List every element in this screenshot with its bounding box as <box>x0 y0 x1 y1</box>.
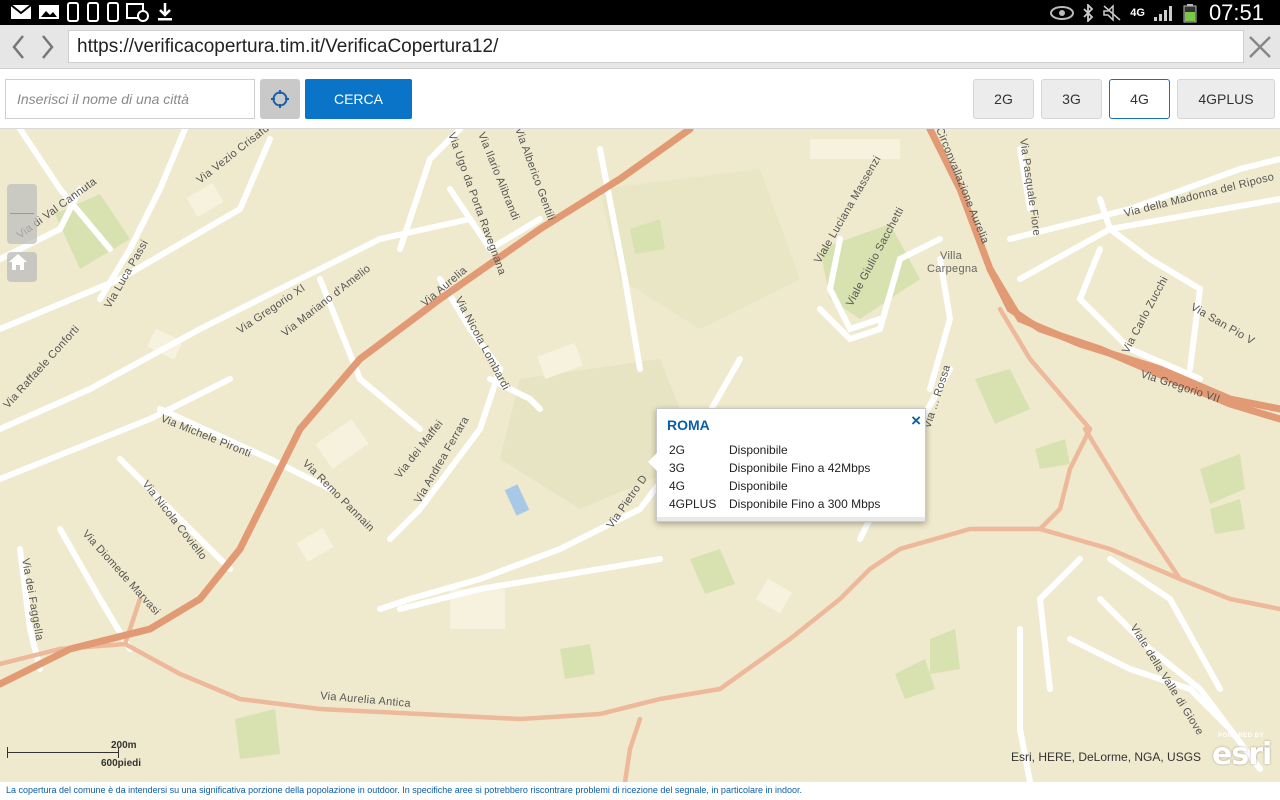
scale-metric-label: 200m <box>111 740 137 751</box>
signal-icon <box>1153 5 1172 21</box>
eye-icon <box>1050 5 1075 20</box>
mail-icon <box>10 4 32 19</box>
esri-logo-text: esri <box>1212 737 1272 772</box>
popup-close-button[interactable]: × <box>911 411 921 431</box>
coverage-row: 4GPLUS Disponibile Fino a 300 Mbps <box>669 495 880 513</box>
image-icon <box>39 5 59 19</box>
coverage-list: 2G Disponibile 3G Disponibile Fino a 42Mbp… <box>669 441 880 513</box>
battery-icon <box>1183 3 1197 22</box>
map-canvas[interactable]: Via Vezio Crisafulli Via di Val Cannuta … <box>0 129 1280 782</box>
coverage-network: 4G <box>669 479 686 493</box>
notification-icons <box>10 2 174 22</box>
system-icons: 4G 07:51 <box>1050 0 1264 25</box>
network-3g-button[interactable]: 3G <box>1041 79 1102 119</box>
coverage-row: 4G Disponibile <box>669 477 880 495</box>
coverage-network: 2G <box>669 443 686 457</box>
coverage-network: 4GPLUS <box>669 497 717 511</box>
locate-me-button[interactable] <box>260 79 300 119</box>
popup-title: ROMA <box>667 417 710 433</box>
network-type: 4G <box>1130 6 1145 19</box>
forward-button[interactable] <box>36 32 60 62</box>
bluetooth-icon <box>1083 3 1094 22</box>
esri-logo[interactable]: POWERED BY esri <box>1210 733 1276 772</box>
home-icon <box>9 254 27 270</box>
crosshair-icon <box>271 90 289 108</box>
network-4gplus-button[interactable]: 4GPLUS <box>1177 79 1275 119</box>
scale-line <box>7 752 119 753</box>
coverage-disclaimer: La copertura del comune è da intendersi … <box>0 782 1280 800</box>
coverage-network: 3G <box>669 461 686 475</box>
browser-address-bar: https://verificacopertura.tim.it/Verific… <box>0 25 1280 69</box>
close-icon <box>1249 36 1271 58</box>
network-4g-button[interactable]: 4G <box>1109 79 1170 119</box>
chevron-right-icon <box>42 35 54 59</box>
screen: 4G 07:51 https://verificacopertura.tim.i… <box>0 0 1280 800</box>
download-icon <box>158 3 172 21</box>
clock: 07:51 <box>1208 0 1264 25</box>
search-toolbar: CERCA 2G 3G 4G 4GPLUS <box>0 69 1280 129</box>
map-attribution: Esri, HERE, DeLorme, NGA, USGS <box>1011 750 1202 764</box>
scale-bar: 200m 600piedi <box>7 740 147 770</box>
place-label: Carpegna <box>927 263 978 275</box>
phone-icon <box>107 2 119 22</box>
chevron-left-icon <box>12 35 24 59</box>
map-view[interactable]: Via Vezio Crisafulli Via di Val Cannuta … <box>0 129 1280 782</box>
popup-footer-bar <box>657 517 925 521</box>
back-button[interactable] <box>6 32 30 62</box>
status-bar: 4G 07:51 <box>0 0 1280 25</box>
calendar-clock-icon <box>126 3 149 22</box>
place-label: Villa <box>940 250 963 262</box>
coverage-status: Disponibile Fino a 42Mbps <box>729 461 871 475</box>
coverage-popup: ROMA × 2G Disponibile 3G Disponibile Fino … <box>648 408 926 522</box>
scale-imperial-label: 600piedi <box>101 758 142 769</box>
disclaimer-text: La copertura del comune è da intendersi … <box>6 785 802 795</box>
coverage-row: 2G Disponibile <box>669 441 880 459</box>
zoom-divider <box>10 213 34 214</box>
popup-pointer <box>648 453 657 471</box>
mute-icon <box>1103 3 1121 22</box>
coverage-status: Disponibile <box>729 479 788 493</box>
search-button[interactable]: CERCA <box>305 79 412 119</box>
network-2g-button[interactable]: 2G <box>973 79 1034 119</box>
phone-icon <box>67 2 79 22</box>
coverage-status: Disponibile Fino a 300 Mbps <box>729 497 881 511</box>
city-search-input[interactable] <box>5 79 255 119</box>
phone-icon <box>87 2 99 22</box>
url-field[interactable]: https://verificacopertura.tim.it/Verific… <box>68 30 1244 63</box>
zoom-control[interactable] <box>7 184 37 244</box>
home-extent-button[interactable] <box>7 252 37 282</box>
coverage-status: Disponibile <box>729 443 788 457</box>
coverage-row: 3G Disponibile Fino a 42Mbps <box>669 459 880 477</box>
close-tab-button[interactable] <box>1246 33 1274 61</box>
